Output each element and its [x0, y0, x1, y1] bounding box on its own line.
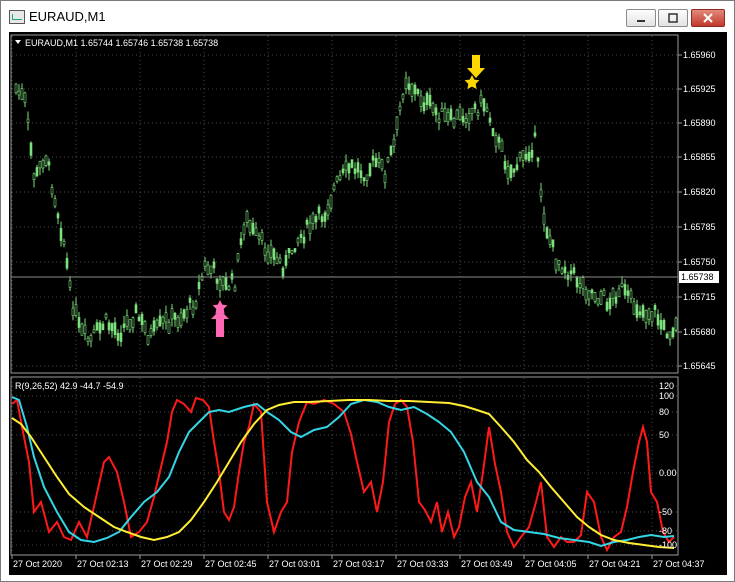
time-tick-label: 27 Oct 03:17	[333, 559, 385, 569]
indicator-line-cyan	[11, 396, 675, 548]
price-tick-label: 1.65820	[683, 187, 716, 197]
indicator-level-label: 50	[659, 430, 669, 440]
close-icon	[703, 13, 713, 23]
price-tick-label: 1.65890	[683, 118, 716, 128]
price-tick-label: 1.65680	[683, 327, 716, 337]
indicator-level-label: 120	[659, 381, 674, 391]
main-chart-info: EURAUD,M1 1.65744 1.65746 1.65738 1.6573…	[25, 38, 218, 48]
sell-signal-star-icon	[464, 75, 480, 89]
price-axis: 1.65960 1.65925 1.65890 1.65855 1.65820 1.657…	[678, 50, 716, 371]
time-tick-label: 27 Oct 04:05	[525, 559, 577, 569]
time-tick-label: 27 Oct 02:13	[77, 559, 129, 569]
indicator-level-label: -100	[659, 540, 677, 550]
time-tick-label: 27 Oct 03:01	[269, 559, 321, 569]
title-bar[interactable]: EURAUD,M1	[1, 1, 734, 31]
indicator-info: R(9,26,52) 42.9 -44.7 -54.9	[15, 381, 124, 391]
indicator-level-label: -80	[659, 526, 672, 536]
chart-app-icon	[9, 10, 25, 24]
current-price-label: 1.65738	[681, 272, 714, 282]
buy-signal-arrow-icon	[211, 300, 229, 337]
price-tick-label: 1.65785	[683, 222, 716, 232]
chart-window: EURAUD,M1 EURAUD,M1 1.65744 1.65746 1.65…	[0, 0, 735, 582]
time-tick-label: 27 Oct 03:49	[461, 559, 513, 569]
sell-signal-arrow-icon	[464, 55, 485, 89]
minimize-icon	[637, 20, 645, 22]
price-tick-label: 1.65750	[683, 257, 716, 267]
price-candles	[14, 71, 678, 348]
chart-menu-arrow-icon[interactable]	[15, 40, 21, 44]
indicator-level-label: 100	[659, 391, 674, 401]
window-title: EURAUD,M1	[29, 9, 106, 24]
maximize-icon	[668, 13, 678, 23]
chart-canvas[interactable]: EURAUD,M1 1.65744 1.65746 1.65738 1.6573…	[9, 32, 727, 575]
time-tick-label: 27 Oct 2020	[13, 559, 62, 569]
close-button[interactable]	[691, 9, 725, 27]
main-panel-frame	[10, 34, 679, 374]
time-tick-label: 27 Oct 02:45	[205, 559, 257, 569]
indicator-line-red	[11, 396, 675, 553]
grid	[11, 36, 677, 554]
time-tick-label: 27 Oct 02:29	[141, 559, 193, 569]
minimize-button[interactable]	[626, 9, 656, 27]
indicator-line-yellow	[11, 399, 675, 549]
price-tick-label: 1.65645	[683, 361, 716, 371]
chart-area[interactable]: EURAUD,M1 1.65744 1.65746 1.65738 1.6573…	[9, 32, 727, 575]
time-tick-label: 27 Oct 04:21	[589, 559, 641, 569]
time-tick-label: 27 Oct 04:37	[653, 559, 705, 569]
indicator-level-label: 0.00	[659, 468, 677, 478]
price-tick-label: 1.65960	[683, 50, 716, 60]
price-tick-label: 1.65855	[683, 152, 716, 162]
price-tick-label: 1.65925	[683, 84, 716, 94]
indicator-level-label: 80	[659, 407, 669, 417]
time-axis: 27 Oct 2020 27 Oct 02:13 27 Oct 02:29 27 Oc…	[11, 555, 705, 569]
time-tick-label: 27 Oct 03:33	[397, 559, 449, 569]
maximize-button[interactable]	[658, 9, 688, 27]
indicator-lines	[11, 396, 675, 553]
indicator-level-label: -50	[659, 507, 672, 517]
price-tick-label: 1.65715	[683, 292, 716, 302]
indicator-panel-frame	[10, 376, 679, 556]
